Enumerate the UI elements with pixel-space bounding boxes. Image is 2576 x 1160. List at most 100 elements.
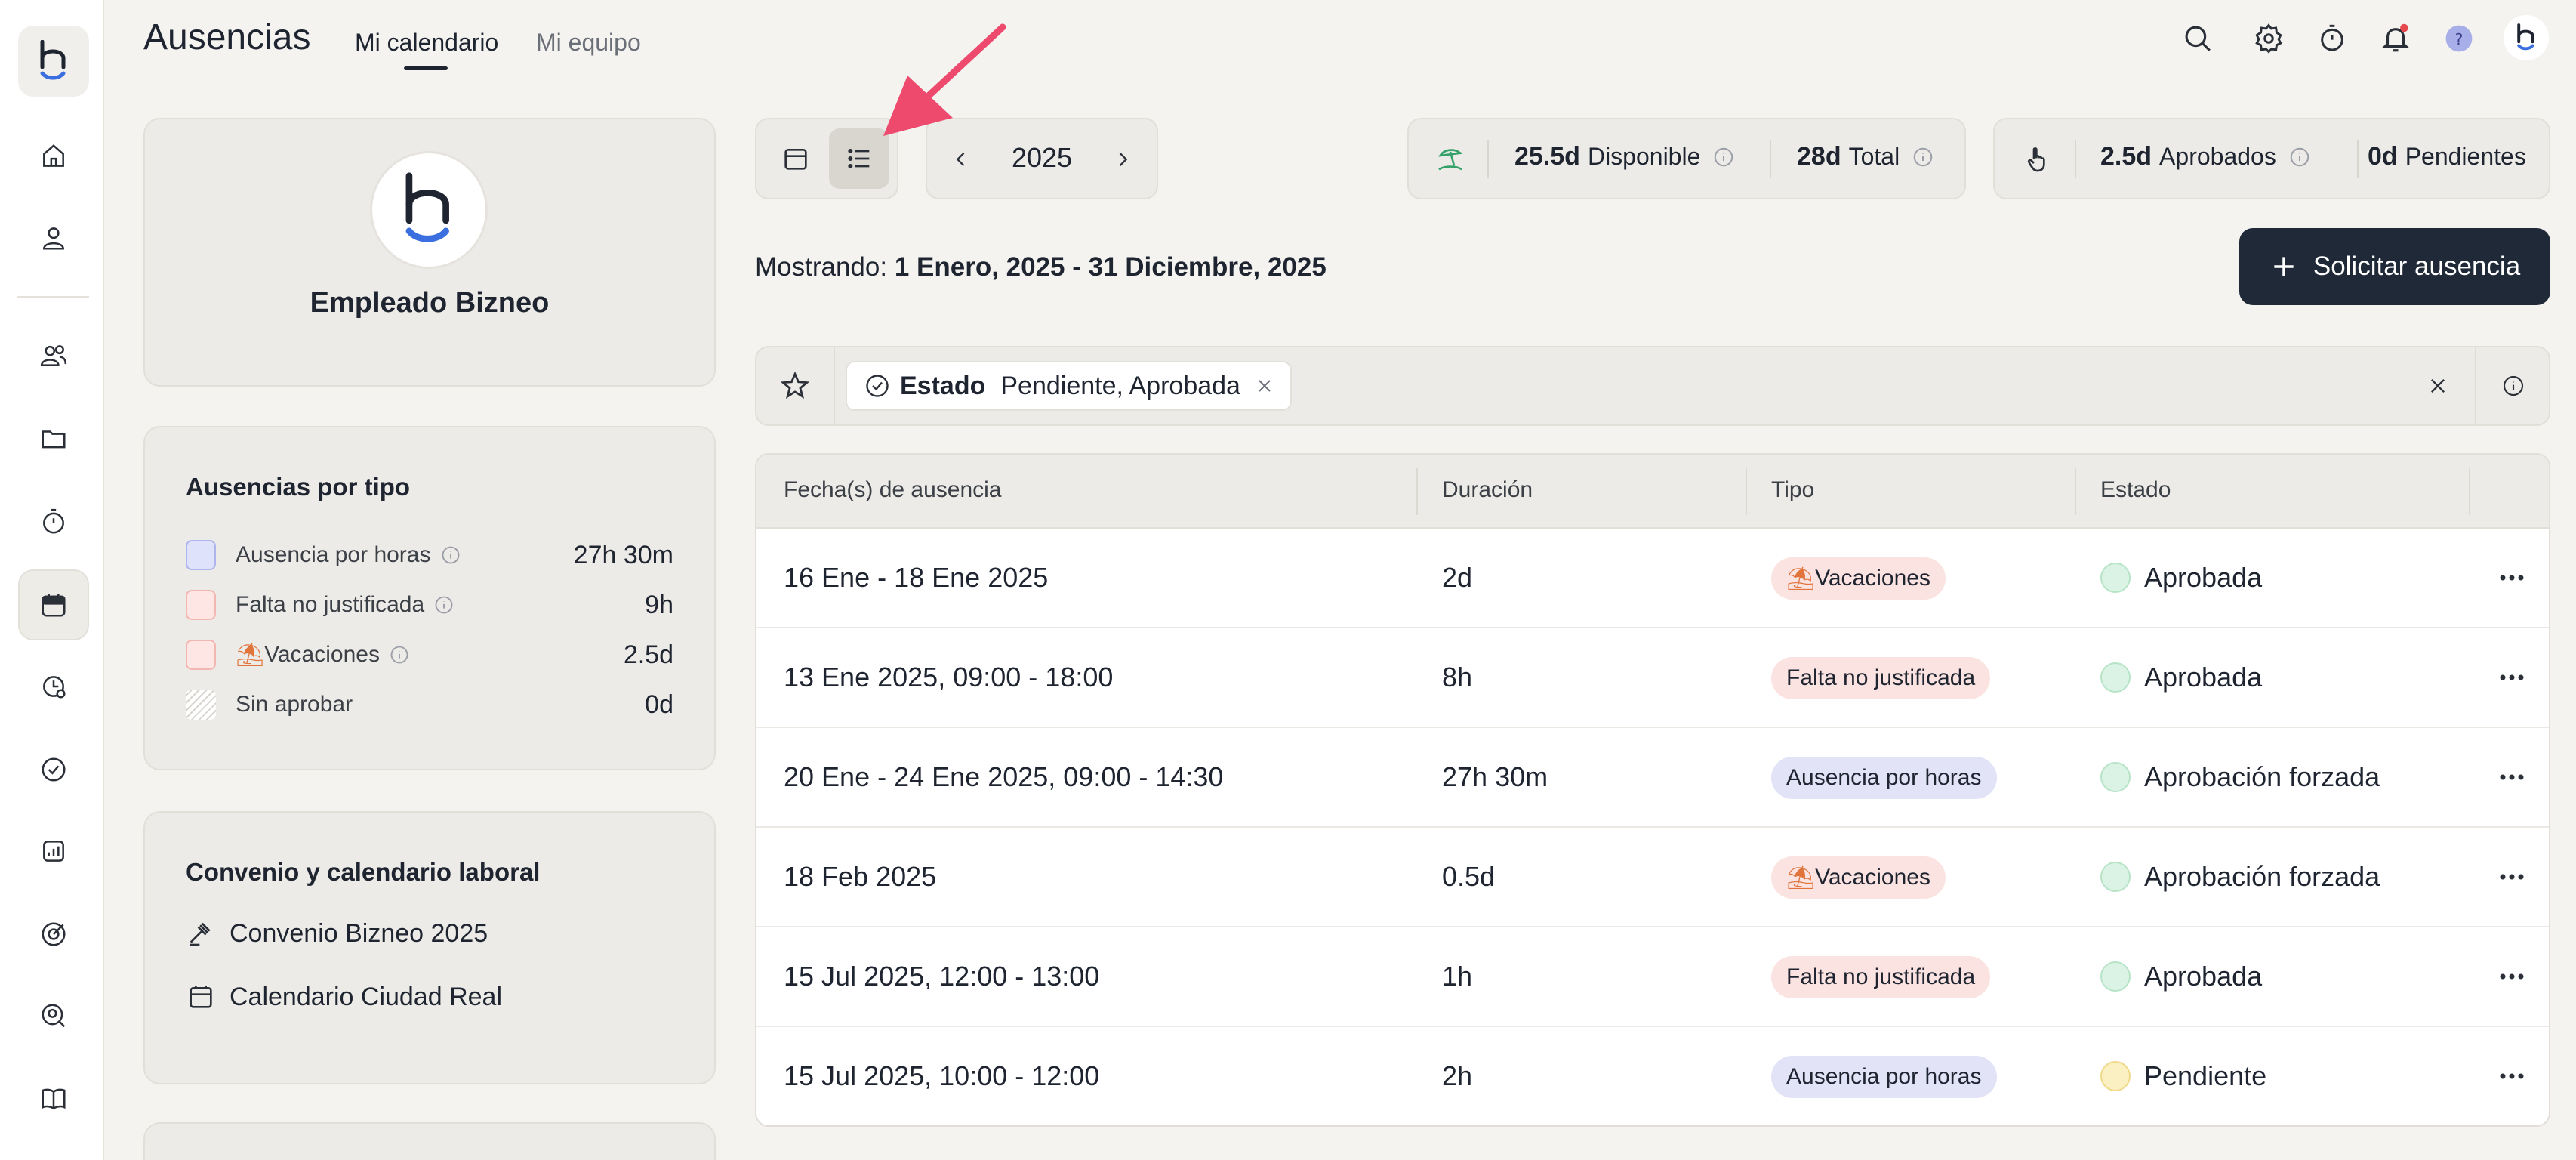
filter-divider: [2475, 347, 2476, 424]
absence-duration: 8h: [1442, 662, 1473, 693]
remove-filter-icon[interactable]: [1256, 377, 1274, 395]
profile-avatar: [370, 151, 488, 269]
type-badge-label: Vacaciones: [1815, 865, 1930, 890]
type-swatch: [186, 640, 216, 670]
info-icon[interactable]: [1712, 146, 1735, 168]
search-icon[interactable]: [2179, 20, 2217, 57]
more-options-icon[interactable]: [2493, 758, 2531, 796]
status-filter-chip[interactable]: Estado Pendiente, Aprobada: [846, 361, 1292, 411]
calendar-icon[interactable]: [18, 569, 89, 640]
table-row[interactable]: 16 Ene - 18 Ene 2025 2d ⛱ Vacaciones Apro…: [756, 529, 2549, 628]
more-options-icon[interactable]: [2493, 559, 2531, 597]
tab-mi-equipo[interactable]: Mi equipo: [536, 29, 641, 57]
bell-icon[interactable]: [2377, 20, 2414, 57]
absence-dates: 16 Ene - 18 Ene 2025: [784, 562, 1049, 593]
type-badge: Ausencia por horas: [1771, 1056, 1997, 1098]
more-options-icon[interactable]: [2493, 1057, 2531, 1095]
type-row-vacaciones: ⛱ Vacaciones 2.5d: [186, 637, 673, 672]
available-stat: 25.5d Disponible: [1514, 142, 1735, 171]
tab-mi-calendario[interactable]: Mi calendario: [355, 29, 498, 57]
check-circle-icon[interactable]: [18, 734, 89, 805]
absence-dates: 15 Jul 2025, 10:00 - 12:00: [784, 1060, 1100, 1091]
status-cell: Aprobación forzada: [2100, 761, 2380, 793]
type-label: Vacaciones: [264, 642, 380, 667]
status-cell: Aprobada: [2100, 961, 2262, 992]
table-row[interactable]: 15 Jul 2025, 10:00 - 12:00 2h Ausencia p…: [756, 1027, 2549, 1125]
info-icon[interactable]: [433, 594, 454, 615]
status-dot: [2100, 961, 2131, 992]
filter-divider: [834, 347, 835, 424]
type-badge: ⛱ Vacaciones: [1771, 557, 1946, 600]
chevron-right-icon[interactable]: [1105, 142, 1140, 177]
request-absence-button[interactable]: Solicitar ausencia: [2239, 228, 2550, 305]
beach-umbrella-icon: ⛱: [1786, 865, 1816, 890]
table-row[interactable]: 15 Jul 2025, 12:00 - 13:00 1h Falta no j…: [756, 927, 2549, 1027]
type-swatch: [186, 590, 216, 620]
absence-types-card: Ausencias por tipo Ausencia por horas 27…: [143, 426, 716, 770]
target-icon[interactable]: [18, 899, 89, 970]
date-range-summary: Mostrando: 1 Enero, 2025 - 31 Diciembre,…: [755, 252, 1327, 282]
home-icon[interactable]: [18, 121, 89, 192]
agreement-label: Convenio Bizneo 2025: [230, 918, 488, 948]
date-range-prefix: Mostrando:: [755, 252, 888, 282]
gear-icon[interactable]: [2250, 20, 2288, 57]
column-header-dates[interactable]: Fecha(s) de ausencia: [784, 477, 1002, 503]
convenio-card: Convenio y calendario laboral Convenio B…: [143, 811, 716, 1084]
stat-divider: [2075, 140, 2076, 178]
stopwatch-icon[interactable]: [18, 486, 89, 557]
left-rail: [0, 0, 104, 1160]
pending-value: 0d: [2368, 142, 2398, 171]
book-icon[interactable]: [18, 1063, 89, 1134]
absence-duration: 2d: [1442, 562, 1473, 593]
info-icon[interactable]: [440, 545, 461, 566]
agreement-link[interactable]: Convenio Bizneo 2025: [186, 918, 488, 949]
beach-icon: [1431, 140, 1469, 178]
info-icon[interactable]: [389, 644, 410, 665]
requests-summary: 2.5d Aprobados 0d Pendientes: [1993, 118, 2550, 199]
folder-icon[interactable]: [18, 403, 89, 474]
more-options-icon[interactable]: [2493, 958, 2531, 995]
balance-summary: 25.5d Disponible 28d Total: [1407, 118, 1966, 199]
brand-avatar-icon[interactable]: [2504, 15, 2549, 60]
info-icon[interactable]: [2496, 369, 2531, 403]
timer-icon[interactable]: [2313, 20, 2351, 57]
clear-filters-icon[interactable]: [2420, 369, 2455, 403]
type-row-ausencia-horas: Ausencia por horas 27h 30m: [186, 538, 673, 572]
more-options-icon[interactable]: [2493, 858, 2531, 896]
column-header-duration[interactable]: Duración: [1442, 477, 1533, 503]
search-user-icon[interactable]: [18, 980, 89, 1051]
info-icon[interactable]: [1912, 146, 1934, 168]
svg-text:?: ?: [2455, 30, 2464, 48]
table-row[interactable]: 18 Feb 2025 0.5d ⛱ Vacaciones Aprobación …: [756, 828, 2549, 927]
column-divider: [1416, 468, 1418, 515]
more-options-icon[interactable]: [2493, 659, 2531, 696]
status-dot: [2100, 662, 2131, 693]
active-tab-indicator: [404, 66, 448, 70]
star-icon[interactable]: [776, 367, 814, 405]
status-cell: Aprobada: [2100, 662, 2262, 693]
calendar-view-button[interactable]: [766, 128, 826, 189]
status-label: Aprobación forzada: [2144, 761, 2380, 792]
clock-chart-icon[interactable]: [18, 651, 89, 722]
column-header-type[interactable]: Tipo: [1771, 477, 1814, 503]
calendar-link[interactable]: Calendario Ciudad Real: [186, 982, 502, 1012]
brand-logo-icon[interactable]: [18, 26, 89, 97]
type-swatch-hatched: [186, 690, 216, 720]
status-label: Aprobación forzada: [2144, 861, 2380, 892]
report-icon[interactable]: [18, 816, 89, 887]
approved-stat: 2.5d Aprobados: [2100, 142, 2311, 171]
table-row[interactable]: 13 Ene 2025, 09:00 - 18:00 8h Falta no j…: [756, 628, 2549, 728]
status-cell: Aprobada: [2100, 562, 2262, 594]
users-icon[interactable]: [18, 320, 89, 391]
help-icon[interactable]: ?: [2440, 20, 2478, 57]
table-row[interactable]: 20 Ene - 24 Ene 2025, 09:00 - 14:30 27h …: [756, 728, 2549, 828]
column-header-status[interactable]: Estado: [2100, 477, 2171, 503]
table-header: Fecha(s) de ausencia Duración Tipo Estad…: [756, 455, 2549, 529]
user-icon[interactable]: [18, 202, 89, 273]
additional-card: [143, 1122, 716, 1160]
info-icon[interactable]: [2288, 146, 2311, 168]
status-dot: [2100, 862, 2131, 892]
type-value: 27h 30m: [573, 540, 673, 569]
filter-value: Pendiente, Aprobada: [1000, 371, 1240, 400]
type-row-sin-aprobar: Sin aprobar 0d: [186, 687, 673, 722]
